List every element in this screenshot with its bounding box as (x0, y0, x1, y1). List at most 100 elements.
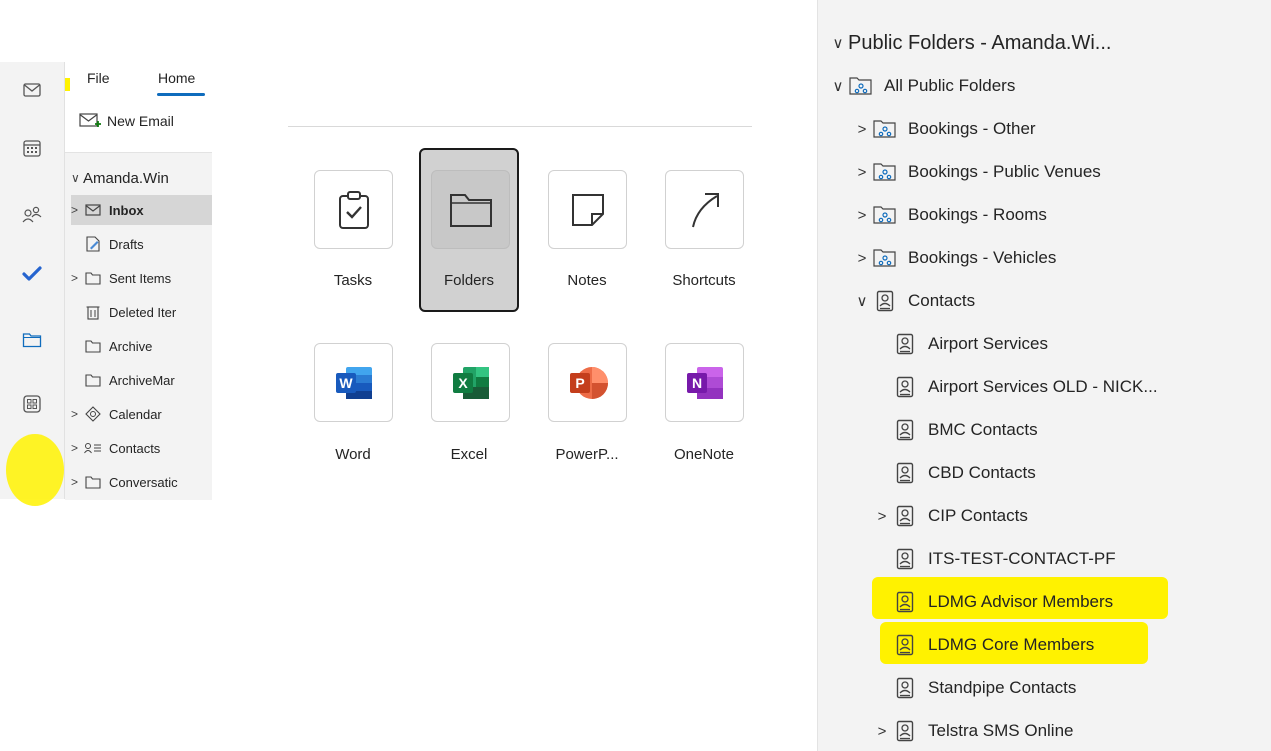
svg-text:W: W (339, 375, 353, 391)
tree-item-bmc-contacts[interactable]: BMC Contacts (874, 411, 1038, 449)
calendar-icon[interactable] (20, 136, 44, 160)
new-email-button[interactable]: New Email (79, 112, 174, 130)
apps-icon[interactable] (20, 392, 44, 416)
chevron-right-icon[interactable]: > (874, 508, 890, 525)
tree-label: BMC Contacts (928, 420, 1038, 439)
tree-item-ldmg-advisor-members[interactable]: LDMG Advisor Members (874, 583, 1113, 621)
tab-home-indicator (157, 93, 205, 96)
chevron-right-icon: > (71, 407, 79, 421)
todo-icon[interactable] (20, 262, 44, 286)
notes-app-tile[interactable] (548, 170, 627, 249)
folder-icon (449, 192, 493, 228)
tree-item-cbd-contacts[interactable]: CBD Contacts (874, 454, 1036, 492)
chevron-down-icon: ∨ (71, 171, 80, 185)
tree-item-bookings-vehicles[interactable]: > Bookings - Vehicles (854, 239, 1057, 277)
chevron-right-icon[interactable]: > (854, 207, 870, 224)
powerpoint-icon: P (568, 365, 608, 401)
tree-item-ldmg-core-members[interactable]: LDMG Core Members (874, 626, 1094, 664)
new-email-icon (79, 112, 101, 130)
public-folders-pane: ∨ Public Folders - Amanda.Wi... ∨ All Pu… (817, 0, 1271, 751)
contact-folder-icon (892, 332, 918, 356)
onenote-label: OneNote (673, 446, 735, 463)
chevron-right-icon[interactable]: > (854, 121, 870, 138)
tree-item-bookings-public-venues[interactable]: > Bookings - Public Venues (854, 153, 1101, 191)
all-public-folders-node[interactable]: ∨ All Public Folders (830, 67, 1016, 105)
folder-item-sent-items[interactable]: > Sent Items (71, 263, 212, 293)
folder-label: Contacts (109, 440, 161, 456)
nav-rail (0, 62, 64, 506)
public-folder-icon (872, 160, 898, 184)
annotation-mark (65, 78, 70, 91)
tree-item-standpipe-contacts[interactable]: Standpipe Contacts (874, 669, 1076, 707)
public-folders-root[interactable]: ∨ Public Folders - Amanda.Wi... (830, 24, 1112, 62)
account-node[interactable]: ∨ Amanda.Win (71, 163, 212, 193)
public-folder-icon (872, 203, 898, 227)
tree-label: Airport Services (928, 334, 1048, 353)
chevron-right-icon[interactable]: > (854, 164, 870, 181)
word-label: Word (335, 446, 371, 463)
tree-item-airport-services-old-nick[interactable]: Airport Services OLD - NICK... (874, 368, 1158, 406)
tree-label: Contacts (908, 291, 976, 310)
chevron-right-icon: > (71, 203, 79, 217)
folder-label: Deleted Iter (109, 304, 177, 320)
folders-label: Folders (443, 272, 495, 289)
svg-text:P: P (575, 375, 584, 391)
word-app-tile[interactable]: W (314, 343, 393, 422)
tree-label: All Public Folders (884, 76, 1016, 95)
chevron-right-icon[interactable]: > (854, 250, 870, 267)
folder-item-inbox[interactable]: > Inbox (71, 195, 212, 225)
folder-icon (83, 337, 103, 355)
tree-item-cip-contacts[interactable]: > CIP Contacts (874, 497, 1028, 535)
contact-folder-icon (892, 676, 918, 700)
tree-label: Bookings - Public Venues (908, 162, 1101, 181)
tree-item-airport-services[interactable]: Airport Services (874, 325, 1048, 363)
powerpoint-app-tile[interactable]: P (548, 343, 627, 422)
tree-item-its-test-contact-pf[interactable]: ITS-TEST-CONTACT-PF (874, 540, 1116, 578)
tasks-app-tile[interactable] (314, 170, 393, 249)
contact-folder-icon (892, 375, 918, 399)
tree-item-contacts[interactable]: ∨ Contacts (854, 282, 975, 320)
folders-app-tile[interactable] (431, 170, 510, 249)
chevron-right-icon[interactable]: > (874, 723, 890, 740)
folder-label: ArchiveMar (109, 372, 175, 388)
shortcut-icon (687, 190, 723, 230)
tab-file[interactable]: File (87, 70, 110, 86)
folder-icon (83, 269, 103, 287)
contact-folder-icon (872, 289, 898, 313)
tree-label: Telstra SMS Online (928, 721, 1074, 740)
folder-item-drafts[interactable]: Drafts (71, 229, 212, 259)
contact-folder-icon (892, 547, 918, 571)
chevron-right-icon: > (71, 441, 79, 455)
people-icon[interactable] (20, 202, 44, 226)
powerpoint-label: PowerP... (555, 446, 619, 463)
word-icon: W (334, 365, 374, 401)
public-folder-icon (872, 246, 898, 270)
contact-folder-icon (892, 719, 918, 743)
folder-label: Drafts (109, 236, 144, 252)
tasks-icon (337, 190, 371, 230)
chevron-down-icon[interactable]: ∨ (854, 292, 870, 310)
tree-item-telstra-sms-online[interactable]: > Telstra SMS Online (874, 712, 1074, 750)
drafts-icon (83, 235, 103, 253)
excel-app-tile[interactable]: X (431, 343, 510, 422)
calendar-icon (83, 405, 103, 423)
folder-icon[interactable] (20, 328, 44, 352)
tree-item-bookings-other[interactable]: > Bookings - Other (854, 110, 1036, 148)
tree-item-bookings-rooms[interactable]: > Bookings - Rooms (854, 196, 1047, 234)
shortcuts-app-tile[interactable] (665, 170, 744, 249)
folder-item-calendar[interactable]: > Calendar (71, 399, 212, 429)
trash-icon (83, 303, 103, 321)
onenote-app-tile[interactable]: N (665, 343, 744, 422)
outlook-window: File Home New Email ∨ Amanda.Win > Inbox… (0, 62, 212, 506)
folder-item-deleted-items[interactable]: Deleted Iter (71, 297, 212, 327)
folder-item-conversation[interactable]: > Conversatic (71, 467, 212, 497)
chevron-right-icon: > (71, 271, 79, 285)
tree-label: Airport Services OLD - NICK... (928, 377, 1158, 396)
tree-label: Bookings - Rooms (908, 205, 1047, 224)
tab-home[interactable]: Home (158, 70, 195, 86)
folder-item-archive[interactable]: Archive (71, 331, 212, 361)
folder-label: Archive (109, 338, 153, 354)
folder-item-contacts[interactable]: > Contacts (71, 433, 212, 463)
folder-item-archivemar[interactable]: ArchiveMar (71, 365, 212, 395)
mail-icon[interactable] (20, 78, 44, 102)
